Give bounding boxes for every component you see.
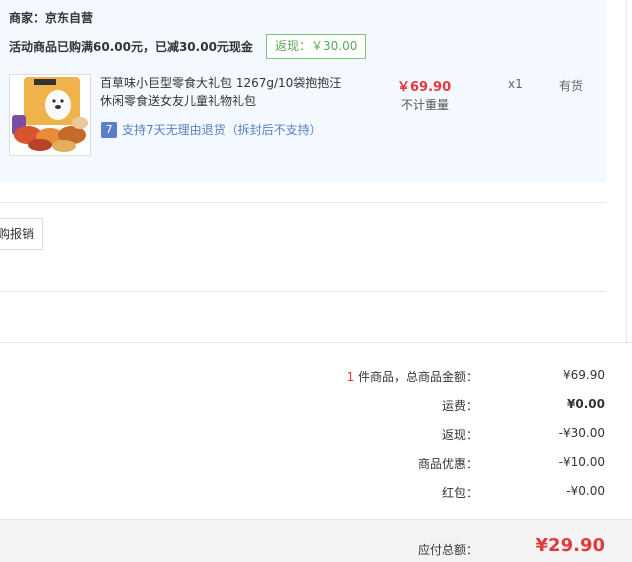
items-total-label: 1 件商品，总商品金额： [347, 368, 478, 385]
items-total-value: ¥69.90 [563, 368, 605, 382]
rebate-label: 返现： [441, 428, 478, 442]
product-quantity: x1 [508, 77, 523, 91]
product-weight: 不计重量 [401, 98, 450, 112]
snack-gift-box-image [10, 75, 90, 155]
total-label: 应付总额： [417, 543, 478, 557]
stock-status: 有货 [559, 79, 584, 93]
section-divider [0, 342, 632, 343]
rebate-value: -¥30.00 [558, 426, 605, 440]
discount-value: -¥10.00 [558, 455, 605, 469]
panel-border [626, 0, 627, 342]
return-policy-text: 支持7天无理由退货（拆封后不支持） [122, 123, 322, 137]
merchant-label: 商家：京东自营 [9, 11, 94, 25]
redpacket-value: -¥0.00 [566, 484, 605, 498]
redpacket-label: 红包： [441, 486, 478, 500]
item-count-suffix: 件商品，总商品金额： [354, 370, 478, 384]
invoice-button[interactable]: 购报销 [0, 218, 43, 250]
shipping-label: 运费： [441, 399, 478, 413]
shipping-value: ¥0.00 [567, 397, 605, 411]
section-divider [0, 291, 606, 292]
discount-label: 商品优惠： [417, 457, 478, 471]
rebate-tag: 返现：￥30.00 [266, 34, 367, 59]
total-value: ¥29.90 [535, 535, 605, 556]
seven-day-return-icon: 7 [101, 121, 117, 138]
return-policy: 7 支持7天无理由退货（拆封后不支持） [101, 121, 322, 138]
product-thumbnail[interactable] [9, 74, 91, 156]
total-bar: 应付总额： ¥29.90 [0, 519, 632, 562]
shop-order-panel: 商家：京东自营 活动商品已购满60.00元，已减30.00元现金 返现：￥30.… [0, 0, 606, 182]
product-name-link[interactable]: 百草味小巨型零食大礼包 1267g/10袋抱抱汪休闲零食送女友儿童礼物礼包 [100, 74, 350, 110]
promotion-text: 活动商品已购满60.00元，已减30.00元现金 [9, 40, 253, 54]
section-divider [0, 202, 606, 203]
product-price: ￥69.90 [397, 80, 452, 95]
